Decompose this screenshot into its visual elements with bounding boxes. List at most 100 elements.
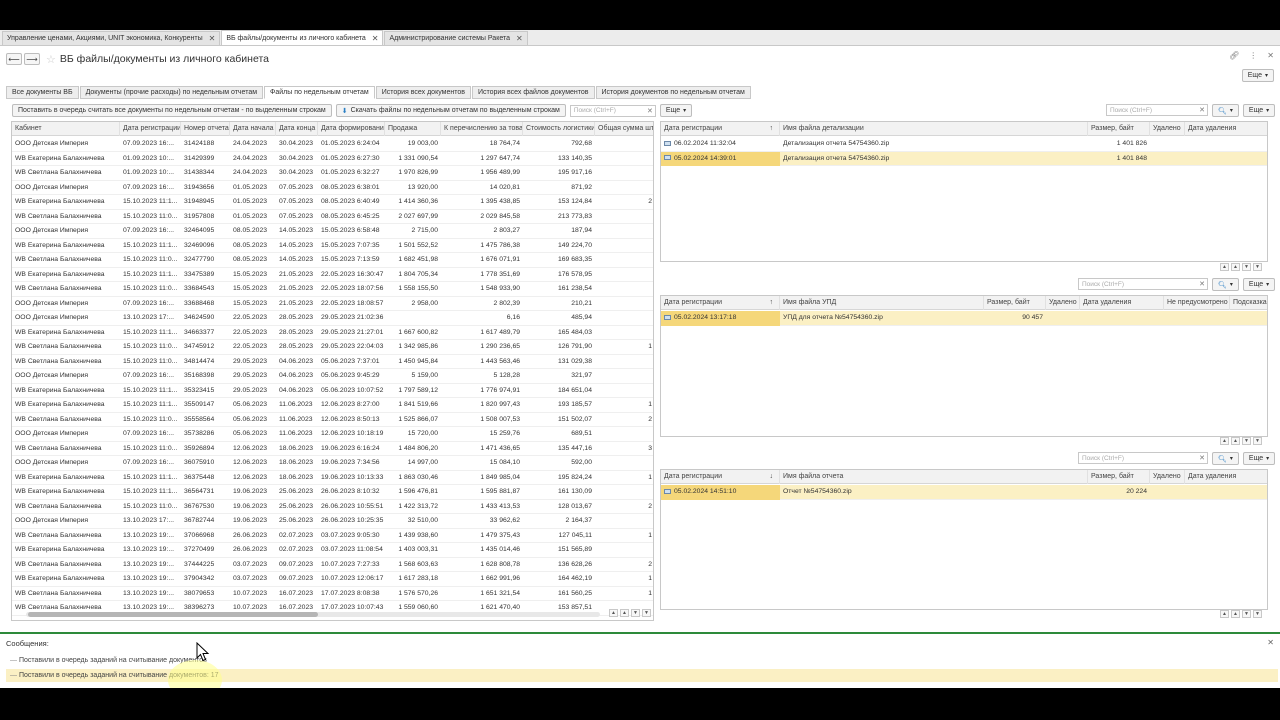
column-header[interactable]: Дата регистрации ↑ — [661, 122, 780, 136]
table-row[interactable]: WB Екатерина Балахничева 15.10.2023 11:1.… — [12, 326, 653, 340]
table-row[interactable]: WB Екатерина Балахничева 15.10.2023 11:1.… — [12, 384, 653, 398]
table-row[interactable]: 05.02.2024 13:17:18 УПД для отчета №54754… — [661, 311, 1267, 326]
table-row[interactable]: ООО Детская Империя 07.09.2023 16:... 3194… — [12, 181, 653, 195]
last-page-icon[interactable]: ▼ — [1253, 263, 1262, 271]
column-header[interactable]: Дата начала — [230, 122, 276, 136]
column-header[interactable]: Дата регистрации ↑ — [661, 296, 780, 310]
column-header[interactable]: Имя файла отчета — [780, 470, 1088, 484]
form-more-button[interactable]: Еще — [1241, 69, 1274, 82]
column-header[interactable]: Дата удаления — [1185, 470, 1267, 484]
table-row[interactable]: ООО Детская Империя 07.09.2023 16:... 3607… — [12, 456, 653, 471]
table-row[interactable]: WB Светлана Балахничева 15.10.2023 11:0..… — [12, 253, 653, 268]
report-files-table[interactable]: Дата регистрации ↓ Имя файла отчета Размер,… — [660, 469, 1268, 610]
table-row[interactable]: ООО Детская Империя 07.09.2023 16:... 3368… — [12, 297, 653, 311]
table-row[interactable]: WB Екатерина Балахничева 13.10.2023 19:..… — [12, 572, 653, 587]
report-find-button[interactable]: 🔍︎ — [1212, 452, 1239, 465]
column-header[interactable]: Номер отчета — [181, 122, 230, 136]
column-header[interactable]: Дата регистрации — [120, 122, 181, 136]
upd-more-button[interactable]: Еще — [1242, 278, 1276, 291]
scrollbar-thumb[interactable] — [28, 612, 318, 617]
left-more-button[interactable]: Еще — [659, 104, 693, 117]
table-row[interactable]: WB Екатерина Балахничева 15.10.2023 11:1.… — [12, 485, 653, 500]
table-row[interactable]: WB Екатерина Балахничева 01.09.2023 10:..… — [12, 152, 653, 166]
table-row[interactable]: WB Светлана Балахничева 15.10.2023 11:0..… — [12, 442, 653, 456]
prev-page-icon[interactable]: ▲ — [1231, 437, 1240, 445]
clear-icon[interactable]: ✕ — [647, 107, 653, 115]
table-row[interactable]: 05.02.2024 14:39:01 Детализация отчета 54… — [661, 151, 1267, 166]
favorite-star-icon[interactable]: ☆ — [46, 53, 56, 66]
table-row[interactable]: WB Светлана Балахничева 15.10.2023 11:0..… — [12, 413, 653, 427]
column-header[interactable]: Стоимость логистики — [523, 122, 595, 136]
first-page-icon[interactable]: ▲ — [609, 609, 618, 617]
queue-documents-button[interactable]: Поставить в очередь считать все документ… — [12, 104, 332, 117]
column-header[interactable]: Подсказка — [1230, 296, 1267, 310]
forward-button[interactable]: ⟶ — [24, 53, 40, 65]
table-row[interactable]: ООО Детская Империя 07.09.2023 16:... 3573… — [12, 427, 653, 442]
form-tab[interactable]: Файлы по недельным отчетам — [264, 86, 375, 99]
prev-page-icon[interactable]: ▲ — [1231, 263, 1240, 271]
back-button[interactable]: ⟵ — [6, 53, 22, 65]
column-header[interactable]: Дата формирования — [318, 122, 385, 136]
table-row[interactable]: WB Светлана Балахничева 15.10.2023 11:0..… — [12, 282, 653, 297]
table-row[interactable]: WB Светлана Балахничева 15.10.2023 11:0..… — [12, 340, 653, 355]
table-row[interactable]: WB Светлана Балахничева 13.10.2023 19:...… — [12, 558, 653, 572]
table-row[interactable]: WB Светлана Балахничева 01.09.2023 10:...… — [12, 166, 653, 181]
last-page-icon[interactable]: ▼ — [1253, 437, 1262, 445]
horizontal-scrollbar[interactable] — [26, 612, 600, 617]
close-icon[interactable]: ✕ — [209, 34, 216, 43]
form-tab[interactable]: Все документы ВБ — [6, 86, 79, 99]
detail-search-input[interactable]: Поиск (Ctrl+F) ✕ — [1106, 104, 1208, 116]
table-row[interactable]: ООО Детская Империя 07.09.2023 16:... 3142… — [12, 137, 653, 152]
column-header[interactable]: Удалено — [1046, 296, 1080, 310]
window-tab[interactable]: Управление ценами, Акциями, UNIT экономи… — [2, 31, 221, 45]
prev-page-icon[interactable]: ▲ — [1231, 610, 1240, 618]
clear-icon[interactable]: ✕ — [1199, 280, 1205, 288]
form-tab[interactable]: История всех файлов документов — [471, 86, 595, 99]
clear-icon[interactable]: ✕ — [1199, 454, 1205, 462]
column-header[interactable]: Общая сумма шт — [595, 122, 653, 136]
column-header[interactable]: Дата удаления — [1185, 122, 1267, 136]
download-files-button[interactable]: ⬇ Скачать файлы по недельным отчетам по в… — [335, 104, 566, 117]
weekly-reports-table[interactable]: Кабинет Дата регистрации Номер отчета Дата … — [11, 121, 654, 621]
close-icon[interactable]: ✕ — [1267, 638, 1274, 647]
next-page-icon[interactable]: ▼ — [1242, 437, 1251, 445]
upd-files-table[interactable]: Дата регистрации ↑ Имя файла УПД Размер, ба… — [660, 295, 1268, 437]
table-row[interactable]: 05.02.2024 14:51:10 Отчет №54754360.zip 20… — [661, 485, 1267, 500]
form-tab[interactable]: Документы (прочие расходы) по недельным … — [79, 86, 264, 99]
column-header[interactable]: Размер, байт — [984, 296, 1046, 310]
next-page-icon[interactable]: ▼ — [1242, 610, 1251, 618]
column-header[interactable]: Удалено — [1150, 122, 1185, 136]
first-page-icon[interactable]: ▲ — [1220, 610, 1229, 618]
column-header[interactable]: Дата конца — [276, 122, 318, 136]
first-page-icon[interactable]: ▲ — [1220, 263, 1229, 271]
table-row[interactable]: WB Екатерина Балахничева 15.10.2023 11:1.… — [12, 239, 653, 253]
column-header[interactable]: Кабинет — [12, 122, 120, 136]
last-page-icon[interactable]: ▼ — [1253, 610, 1262, 618]
table-row[interactable]: WB Екатерина Балахничева 13.10.2023 19:..… — [12, 543, 653, 558]
report-more-button[interactable]: Еще — [1242, 452, 1276, 465]
table-row[interactable]: WB Екатерина Балахничева 15.10.2023 11:1.… — [12, 398, 653, 413]
close-icon[interactable]: ✕ — [516, 34, 523, 43]
next-page-icon[interactable]: ▼ — [631, 609, 640, 617]
table-row[interactable]: WB Светлана Балахничева 13.10.2023 19:...… — [12, 529, 653, 543]
detail-files-table[interactable]: Дата регистрации ↑ Имя файла детализации Ра… — [660, 121, 1268, 262]
table-row[interactable]: WB Светлана Балахничева 13.10.2023 19:...… — [12, 587, 653, 601]
window-tab[interactable]: Администрирование системы Ракета ✕ — [384, 31, 528, 45]
table-row[interactable]: 06.02.2024 11:32:04 Детализация отчета 54… — [661, 137, 1267, 152]
form-tab[interactable]: История всех документов — [375, 86, 471, 99]
column-header[interactable]: К перечислению за товар — [441, 122, 523, 136]
upd-find-button[interactable]: 🔍︎ — [1212, 278, 1239, 291]
upd-search-input[interactable]: Поиск (Ctrl+F) ✕ — [1078, 278, 1208, 290]
clear-icon[interactable]: ✕ — [1199, 106, 1205, 114]
table-row[interactable]: WB Екатерина Балахничева 15.10.2023 11:1.… — [12, 195, 653, 210]
window-tab[interactable]: ВБ файлы/документы из личного кабинета ✕ — [221, 30, 384, 45]
column-header[interactable]: Дата регистрации ↓ — [661, 470, 780, 484]
column-header[interactable]: Размер, байт — [1088, 470, 1150, 484]
next-page-icon[interactable]: ▼ — [1242, 263, 1251, 271]
close-icon[interactable]: ✕ — [372, 34, 379, 43]
detail-find-button[interactable]: 🔍︎ — [1212, 104, 1239, 117]
left-search-input[interactable]: Поиск (Ctrl+F) ✕ — [569, 104, 656, 117]
table-row[interactable]: ООО Детская Империя 07.09.2023 16:... 3246… — [12, 224, 653, 239]
kebab-menu-icon[interactable]: ⋮ — [1249, 51, 1257, 60]
column-header[interactable]: Удалено — [1150, 470, 1185, 484]
